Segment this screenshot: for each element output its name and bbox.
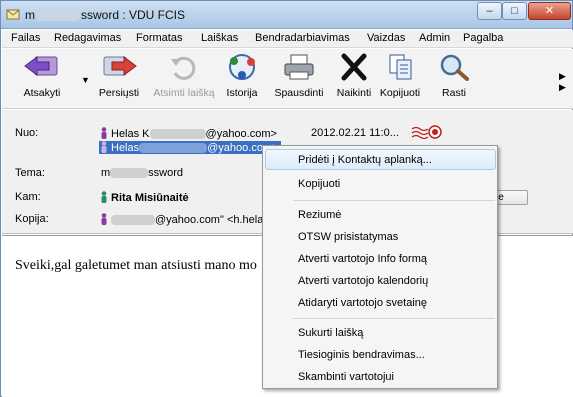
title-bar[interactable]: m ssword : VDU FCIS ‒ □ ✕ bbox=[1, 1, 572, 29]
delete-label: Naikinti bbox=[336, 87, 372, 99]
copy-icon bbox=[389, 54, 412, 80]
find-label: Rasti bbox=[442, 87, 466, 99]
sent-date: 2012.02.21 11:0... bbox=[311, 127, 399, 139]
menu-formatas[interactable]: Formatas bbox=[136, 32, 182, 44]
reply-button[interactable]: Atsakyti bbox=[16, 53, 68, 99]
menu-open-info-form[interactable]: Atverti vartotojo Info formą bbox=[298, 253, 427, 265]
to-label: Kam: bbox=[15, 191, 41, 203]
menu-admin[interactable]: Admin bbox=[419, 32, 450, 44]
forward-label: Persiųsti bbox=[98, 87, 140, 99]
menu-otsw-intro[interactable]: OTSW prisistatymas bbox=[298, 231, 398, 243]
menu-bar: Failas Redagavimas Formatas Laiškas Bend… bbox=[2, 30, 573, 48]
from-name-1: Helas K bbox=[111, 128, 150, 140]
redacted-text bbox=[36, 10, 80, 21]
menu-open-website[interactable]: Atidaryti vartotojo svetainę bbox=[298, 297, 427, 309]
person-icon bbox=[101, 141, 107, 153]
menu-separator bbox=[293, 200, 495, 201]
menu-vaizdas[interactable]: Vaizdas bbox=[367, 32, 405, 44]
recall-button[interactable]: Atsimti laišką bbox=[149, 53, 219, 99]
redacted-text bbox=[111, 215, 155, 226]
email-window: m ssword : VDU FCIS ‒ □ ✕ Failas Redagavi… bbox=[0, 0, 573, 397]
window-title: m ssword : VDU FCIS bbox=[25, 8, 185, 22]
minimize-button[interactable]: ‒ bbox=[477, 2, 502, 20]
from-address-2[interactable]: Helas @yahoo.com> bbox=[99, 141, 281, 154]
reply-icon bbox=[24, 56, 58, 76]
from-label: Nuo: bbox=[15, 127, 39, 139]
menu-new-mail[interactable]: Sukurti laišką bbox=[298, 327, 363, 339]
to-recipient[interactable]: Rita Misiūnaitė bbox=[101, 191, 189, 204]
status-flags-icon bbox=[411, 125, 442, 139]
cc-label: Kopija: bbox=[15, 213, 49, 225]
copy-button[interactable]: Kopijuoti bbox=[377, 53, 423, 99]
person-icon bbox=[101, 191, 107, 203]
subject-suffix: ssword bbox=[148, 167, 184, 179]
menu-direct-chat[interactable]: Tiesioginis bendravimas... bbox=[298, 349, 425, 361]
close-icon: ✕ bbox=[544, 5, 555, 17]
minimize-icon: ‒ bbox=[486, 5, 493, 17]
forward-button[interactable]: Persiųsti bbox=[94, 53, 144, 99]
toolbar: Atsakyti ▼ Persiųsti Atsimti laišką Isto… bbox=[2, 49, 573, 109]
delete-x-icon bbox=[341, 53, 367, 81]
reply-label: Atsakyti bbox=[23, 87, 61, 99]
print-button[interactable]: Spausdinti bbox=[273, 53, 325, 99]
history-label: Istorija bbox=[226, 87, 258, 99]
menu-call-user[interactable]: Skambinti vartotojui bbox=[298, 371, 394, 383]
menu-copy[interactable]: Kopijuoti bbox=[298, 178, 340, 190]
message-text: Sveiki,gal galetumet man atsiusti mano m… bbox=[15, 258, 257, 273]
cc-recipients[interactable]: @yahoo.com" <h.helas bbox=[101, 213, 269, 226]
recall-icon bbox=[171, 56, 196, 80]
menu-laiskas[interactable]: Laiškas bbox=[201, 32, 238, 44]
maximize-button[interactable]: □ bbox=[502, 2, 527, 20]
copy-label: Kopijuoti bbox=[379, 87, 421, 99]
menu-resume[interactable]: Reziumė bbox=[298, 209, 341, 221]
find-button[interactable]: Rasti bbox=[434, 53, 474, 99]
window-title-suffix: ssword : VDU FCIS bbox=[81, 8, 186, 22]
menu-separator bbox=[293, 318, 495, 319]
delete-button[interactable]: Naikinti bbox=[332, 53, 376, 99]
menu-bendradarbiavimas[interactable]: Bendradarbiavimas bbox=[255, 32, 350, 44]
subject-label: Tema: bbox=[15, 167, 45, 179]
forward-icon bbox=[103, 56, 137, 76]
maximize-icon: □ bbox=[511, 5, 518, 17]
person-icon bbox=[101, 213, 107, 225]
cc-domain: @yahoo.com" bbox=[155, 214, 224, 226]
window-title-prefix: m bbox=[25, 8, 35, 22]
recall-label: Atsimti laišką bbox=[153, 87, 215, 99]
from-domain-1: @yahoo.com> bbox=[205, 128, 277, 140]
reply-dropdown-icon[interactable]: ▼ bbox=[81, 75, 90, 85]
to-name: Rita Misiūnaitė bbox=[111, 192, 189, 204]
from-name-2: Helas bbox=[111, 142, 140, 154]
context-menu: Pridėti į Kontaktų aplanką... Kopijuoti … bbox=[262, 145, 498, 389]
menu-open-calendar[interactable]: Atverti vartotojo kalendorių bbox=[298, 275, 428, 287]
subject-prefix: m bbox=[101, 167, 111, 179]
history-icon bbox=[229, 54, 255, 80]
history-button[interactable]: Istorija bbox=[221, 53, 263, 99]
person-icon bbox=[101, 127, 107, 139]
close-button[interactable]: ✕ bbox=[528, 2, 571, 20]
from-address-1[interactable]: Helas K @yahoo.com> bbox=[101, 127, 277, 140]
menu-redagavimas[interactable]: Redagavimas bbox=[54, 32, 121, 44]
mail-app-icon bbox=[6, 9, 20, 20]
print-label: Spausdinti bbox=[274, 87, 324, 99]
menu-failas[interactable]: Failas bbox=[11, 32, 40, 44]
redacted-text bbox=[149, 129, 206, 140]
magnifier-icon bbox=[440, 54, 469, 81]
toolbar-overflow-icon[interactable]: ▶ ▶ bbox=[559, 71, 566, 93]
redacted-text bbox=[110, 168, 149, 179]
redacted-text bbox=[139, 143, 208, 154]
menu-pagalba[interactable]: Pagalba bbox=[463, 32, 503, 44]
subject-value: m ssword bbox=[101, 167, 183, 179]
printer-icon bbox=[284, 54, 314, 80]
menu-add-to-contacts[interactable]: Pridėti į Kontaktų aplanką... bbox=[298, 154, 432, 166]
